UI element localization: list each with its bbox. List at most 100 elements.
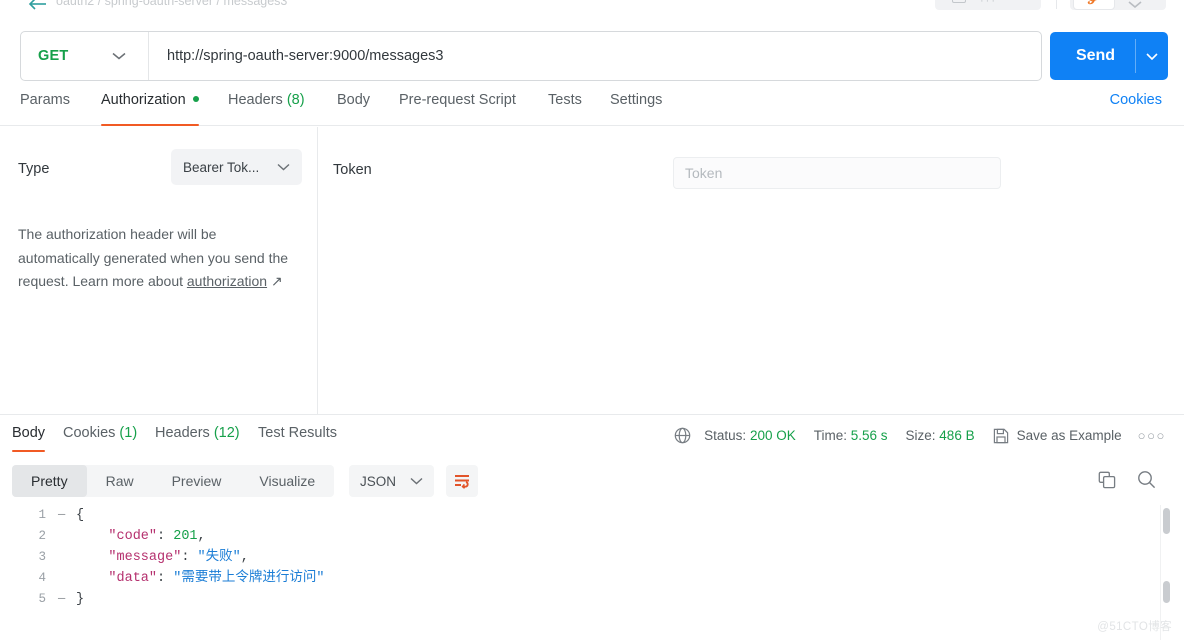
cookies-link[interactable]: Cookies <box>1110 92 1162 108</box>
tab-tests[interactable]: Tests <box>548 92 582 125</box>
segment-label: Raw <box>105 473 134 489</box>
toolbar-divider <box>1056 0 1057 9</box>
tab-params[interactable]: Params <box>20 92 70 125</box>
response-language-value: JSON <box>360 473 397 489</box>
chevron-down-icon <box>277 160 290 174</box>
auth-type-value: Bearer Tok... <box>183 159 260 175</box>
url-bar: GET http://spring-oauth-server:9000/mess… <box>20 31 1042 81</box>
active-tab-underline <box>101 123 199 126</box>
line-number: 5 <box>38 592 46 606</box>
chevron-down-icon <box>112 47 126 65</box>
tab-body[interactable]: Body <box>337 92 370 125</box>
save-as-example-button[interactable]: Save as Example <box>993 428 1122 444</box>
code-text: } <box>76 592 85 607</box>
tab-count: (12) <box>213 425 240 441</box>
word-wrap-icon[interactable] <box>446 465 478 497</box>
segment-label: Preview <box>171 473 222 489</box>
segment-raw[interactable]: Raw <box>87 465 153 497</box>
auth-type-select[interactable]: Bearer Tok... <box>171 149 302 185</box>
chevron-down-icon[interactable] <box>1128 0 1142 13</box>
segment-preview[interactable]: Preview <box>153 465 241 497</box>
send-button-label: Send <box>1075 47 1116 64</box>
status-label: Status: <box>704 428 747 443</box>
status-value: 200 OK <box>749 428 796 443</box>
watermark: @51CTO博客 <box>1097 621 1172 633</box>
segment-pretty[interactable]: Pretty <box>12 465 87 497</box>
segment-label: Pretty <box>31 473 68 489</box>
copy-icon[interactable] <box>1098 471 1116 494</box>
tab-count: (1) <box>119 425 138 441</box>
tab-label: Body <box>12 425 46 441</box>
postman-logo-icon: 𝒫 <box>1088 0 1097 7</box>
tab-label: Headers <box>155 425 210 441</box>
fold-toggle[interactable]: ─ <box>58 589 76 610</box>
size-value: 486 B <box>939 428 975 443</box>
tab-label: Authorization <box>101 92 186 108</box>
response-status-group: Status: 200 OK Time: 5.56 s Size: 486 B <box>674 427 1166 444</box>
request-tabs: Params Authorization Headers (8) Body Pr… <box>0 92 1184 126</box>
search-icon[interactable] <box>1137 470 1156 494</box>
top-toolbar-strip: oauth2 / spring-oauth-server / messages3… <box>0 0 1184 14</box>
tab-label: Headers <box>228 92 283 108</box>
more-options-icon[interactable]: ○○○ <box>1138 428 1166 443</box>
modified-dot-icon <box>192 96 199 102</box>
code-text: { <box>76 508 85 523</box>
response-viewer-toolbar: Pretty Raw Preview Visualize JSON <box>0 462 1184 504</box>
code-text: "message": "失败", <box>108 550 249 565</box>
authorization-pane: Type Bearer Tok... The authorization hea… <box>0 127 1184 415</box>
tab-label: Tests <box>548 92 582 108</box>
save-icon <box>993 428 1009 444</box>
external-link-icon: ↗ <box>270 273 283 289</box>
globe-icon <box>674 427 691 444</box>
response-header-bar: Body Cookies (1) Headers (12) Test Resul… <box>0 416 1184 456</box>
authorization-value-column: Token <box>318 127 1184 415</box>
code-text: "data": "需要带上令牌进行访问" <box>108 571 325 586</box>
size-badge: Size: 486 B <box>906 428 975 443</box>
save-as-example-label: Save as Example <box>1016 428 1122 443</box>
send-button[interactable]: Send <box>1050 32 1168 80</box>
scrollbar-thumb-secondary[interactable] <box>1163 581 1170 603</box>
viewer-action-icons <box>1098 470 1156 494</box>
tab-label: Params <box>20 92 70 108</box>
response-body-code[interactable]: 1 ─{2 "code": 201, 3 "message": "失败", 4 "da… <box>0 505 1184 640</box>
url-input[interactable]: http://spring-oauth-server:9000/messages… <box>149 48 1041 64</box>
authorization-learn-more-link[interactable]: authorization <box>187 273 267 289</box>
time-badge: Time: 5.56 s <box>814 428 888 443</box>
tab-settings[interactable]: Settings <box>610 92 662 125</box>
response-tab-cookies[interactable]: Cookies (1) <box>63 425 137 450</box>
response-format-segments: Pretty Raw Preview Visualize <box>12 465 335 497</box>
line-number: 2 <box>38 529 46 543</box>
request-url-row: GET http://spring-oauth-server:9000/mess… <box>0 30 1184 82</box>
token-label: Token <box>333 162 372 178</box>
scrollbar-thumb[interactable] <box>1163 508 1170 534</box>
code-line: 4 "data": "需要带上令牌进行访问" <box>0 568 1184 589</box>
token-input[interactable] <box>673 157 1001 189</box>
segment-visualize[interactable]: Visualize <box>240 465 334 497</box>
response-tab-test-results[interactable]: Test Results <box>258 425 337 450</box>
response-tab-headers[interactable]: Headers (12) <box>155 425 240 450</box>
authorization-config-column: Type Bearer Tok... The authorization hea… <box>0 127 318 415</box>
auth-type-label: Type <box>18 161 50 177</box>
fold-toggle[interactable]: ─ <box>58 505 76 526</box>
response-tab-body[interactable]: Body <box>12 425 46 452</box>
line-number: 1 <box>38 508 46 522</box>
code-lines: 1 ─{2 "code": 201, 3 "message": "失败", 4 "da… <box>0 505 1184 610</box>
breadcrumb[interactable]: oauth2 / spring-oauth-server / messages3 <box>56 0 287 8</box>
tab-authorization[interactable]: Authorization <box>101 92 199 126</box>
method-selector[interactable]: GET <box>21 32 148 80</box>
method-label: GET <box>38 48 69 64</box>
tab-label: Pre-request Script <box>399 92 516 108</box>
auth-description: The authorization header will be automat… <box>18 223 290 294</box>
code-line: 5 ─} <box>0 589 1184 610</box>
tab-pre-request-script[interactable]: Pre-request Script <box>399 92 516 125</box>
response-language-select[interactable]: JSON <box>349 465 434 497</box>
tab-label: Test Results <box>258 425 337 441</box>
toolbar-ellipsis-icon: ··· <box>980 0 997 7</box>
back-arrow-icon[interactable] <box>28 0 48 10</box>
chevron-down-icon <box>410 474 423 488</box>
chevron-down-icon[interactable] <box>1136 49 1168 63</box>
tab-headers[interactable]: Headers (8) <box>228 92 305 125</box>
code-line: 3 "message": "失败", <box>0 547 1184 568</box>
layout-icon <box>952 0 966 3</box>
tab-label: Body <box>337 92 371 108</box>
